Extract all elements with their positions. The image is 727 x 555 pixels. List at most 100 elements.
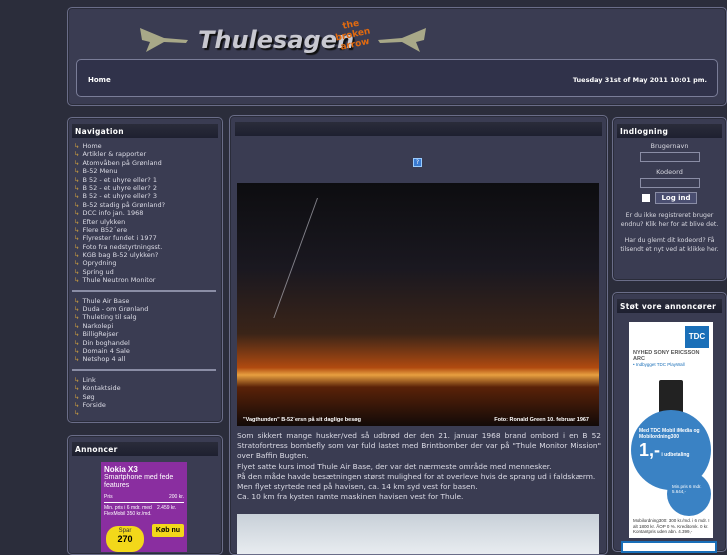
min-price-circle: Min.pris 6 mdr. 5.644,- bbox=[667, 472, 711, 516]
nav-item[interactable]: ↳ Foto fra nedstyrtningsst. bbox=[74, 243, 222, 251]
nav-item[interactable]: ↳ BilligRejser bbox=[74, 330, 222, 338]
content-title-bar bbox=[235, 122, 602, 136]
sponsors-panel: Støt vore annoncører TDC NYHED SONY ERIC… bbox=[612, 292, 727, 553]
min-label: Min. pris i 6 mdr. med FlexMobil 350 kr.… bbox=[104, 505, 152, 517]
nav-item-label: Søg bbox=[82, 392, 95, 401]
nav-item[interactable]: ↳ B-52 stadig på Grønland? bbox=[74, 201, 222, 209]
arrow-icon: ↳ bbox=[74, 183, 80, 192]
paragraph: Men flyet styrtede ned på havisen, ca. 1… bbox=[237, 482, 478, 492]
nav-item-label: Efter ulykken bbox=[82, 217, 126, 226]
nav-item[interactable]: ↳ Forside bbox=[74, 401, 222, 409]
buy-now-button[interactable]: Køb nu bbox=[151, 524, 184, 537]
nav-item[interactable]: ↳ Atomvåben på Grønland bbox=[74, 159, 222, 167]
nav-item[interactable]: ↳ Domain 4 Sale bbox=[74, 347, 222, 355]
nav-item[interactable]: ↳ Kontaktside bbox=[74, 384, 222, 392]
username-input[interactable] bbox=[639, 152, 700, 162]
nav-item[interactable]: ↳ Thule Neutron Monitor bbox=[74, 276, 222, 284]
arrow-icon: ↳ bbox=[74, 355, 80, 364]
nav-item[interactable]: ↳ B 52 - et uhyre eller? 2 bbox=[74, 184, 222, 192]
nav-item-label: Foto fra nedstyrtningsst. bbox=[82, 242, 163, 251]
nav-item[interactable]: ↳ Link bbox=[74, 376, 222, 384]
nav-group-main: ↳ Home ↳ Artikler & rapporter ↳ Atomvåben på … bbox=[68, 142, 222, 285]
arrow-icon: ↳ bbox=[74, 167, 80, 176]
arrow-icon: ↳ bbox=[74, 338, 80, 347]
arrow-icon: ↳ bbox=[74, 192, 80, 201]
nav-item[interactable]: ↳ Din boghandel bbox=[74, 339, 222, 347]
nav-item[interactable]: ↳ Spring ud bbox=[74, 268, 222, 276]
nav-item-label: Domain 4 Sale bbox=[82, 346, 130, 355]
nav-item[interactable]: ↳ Narkolepi bbox=[74, 322, 222, 330]
photo-credit: Foto: Ronald Green 10. februar 1967 bbox=[494, 417, 589, 423]
arrow-icon: ↳ bbox=[74, 296, 80, 305]
arrow-icon: ↳ bbox=[74, 384, 80, 393]
navigation-title: Navigation bbox=[72, 124, 218, 138]
nav-item-label: B 52 - et uhyre eller? 3 bbox=[82, 192, 157, 201]
divider bbox=[72, 368, 216, 371]
second-photo bbox=[237, 514, 599, 554]
nav-item[interactable]: ↳ Netshop 4 all bbox=[74, 355, 222, 363]
arrow-icon: ↳ bbox=[74, 409, 80, 418]
paragraph: Som sikkert mange husker/ved så udbrød d… bbox=[237, 431, 601, 461]
login-button[interactable]: Log ind bbox=[655, 192, 697, 204]
offer-price-label: i udbetaling bbox=[661, 452, 690, 458]
nav-item[interactable]: ↳ Flere B52´ere bbox=[74, 226, 222, 234]
tdc-ad[interactable]: TDC NYHED SONY ERICSSON ARC • Indbygget … bbox=[629, 322, 713, 538]
forgot-password-link[interactable]: Har du glemt dit kodeord? Få tilsendt et… bbox=[613, 237, 726, 254]
nav-item[interactable]: ↳ bbox=[74, 409, 222, 417]
nav-item[interactable]: ↳ Oprydning bbox=[74, 259, 222, 267]
nav-item[interactable]: ↳ KGB bag B-52 ulykken? bbox=[74, 251, 222, 259]
nav-item-label: Duda - om Grønland bbox=[82, 305, 149, 314]
nav-item[interactable]: ↳ Thule Air Base bbox=[74, 297, 222, 305]
price: 200 kr. bbox=[168, 494, 184, 500]
nav-item[interactable]: ↳ Efter ulykken bbox=[74, 218, 222, 226]
nav-item-label: Flere B52´ere bbox=[82, 225, 128, 234]
arrow-icon: ↳ bbox=[74, 330, 80, 339]
site-logo[interactable]: Thulesagen the broken arrow bbox=[138, 16, 428, 60]
nav-item-label: Forside bbox=[82, 400, 106, 409]
b52-plane-icon bbox=[140, 28, 188, 52]
nav-item[interactable]: ↳ B 52 - et uhyre eller? 3 bbox=[74, 192, 222, 200]
offer-text: Med TDC Mobil iMedia og Mobilordning300 bbox=[639, 428, 700, 440]
arrow-icon: ↳ bbox=[74, 200, 80, 209]
nav-item-label: Kontaktside bbox=[82, 384, 121, 393]
nav-home-link[interactable]: Home bbox=[88, 76, 111, 84]
password-input[interactable] bbox=[639, 177, 700, 188]
next-ad[interactable] bbox=[621, 541, 717, 553]
arrow-icon: ↳ bbox=[74, 217, 80, 226]
annoncer-panel: Annoncer Nokia X3 Smartphone med fede fe… bbox=[67, 435, 223, 555]
ad-title: Nokia X3 bbox=[104, 465, 138, 474]
nav-item[interactable]: ↳ Søg bbox=[74, 393, 222, 401]
nav-item-label: B-52 Menu bbox=[82, 167, 118, 176]
arrow-icon: ↳ bbox=[74, 321, 80, 330]
nav-item[interactable]: ↳ B-52 Menu bbox=[74, 167, 222, 175]
arrow-icon: ↳ bbox=[74, 313, 80, 322]
nokia-ad[interactable]: Nokia X3 Smartphone med fede features Pr… bbox=[101, 462, 187, 552]
ad-headline: NYHED SONY ERICSSON ARC bbox=[633, 350, 700, 362]
min-price: 2.459 kr. bbox=[157, 505, 177, 511]
username-label: Brugernavn bbox=[650, 142, 689, 150]
register-link[interactable]: Er du ikke registreret bruger endnu? Kli… bbox=[613, 212, 726, 229]
arrow-icon: ↳ bbox=[74, 158, 80, 167]
remember-checkbox[interactable] bbox=[642, 194, 651, 202]
ad-sub: • Indbygget TDC PlayWall bbox=[633, 362, 685, 367]
arrow-icon: ↳ bbox=[74, 209, 80, 218]
arrow-icon: ↳ bbox=[74, 259, 80, 268]
nav-item[interactable]: ↳ Home bbox=[74, 142, 222, 150]
nav-item-label: Thuleting til salg bbox=[82, 313, 137, 322]
arrow-icon: ↳ bbox=[74, 346, 80, 355]
nav-item-label: Home bbox=[82, 142, 102, 150]
nav-group-misc: ↳ Link ↳ Kontaktside ↳ Søg ↳ Forside ↳ bbox=[68, 376, 222, 418]
nav-item[interactable]: ↳ Thuleting til salg bbox=[74, 313, 222, 321]
nav-group-links: ↳ Thule Air Base ↳ Duda - om Grønland ↳ Thule… bbox=[68, 297, 222, 364]
spar-badge: Spar 270 bbox=[106, 526, 144, 552]
nav-item-label: Link bbox=[82, 375, 96, 384]
nav-item[interactable]: ↳ Flyrester fundet i 1977 bbox=[74, 234, 222, 242]
logo-tagline: the broken arrow bbox=[334, 18, 372, 53]
nav-item[interactable]: ↳ B 52 - et uhyre eller? 1 bbox=[74, 176, 222, 184]
nav-item-label: Thule Neutron Monitor bbox=[82, 276, 156, 285]
b52-plane-icon bbox=[378, 28, 426, 52]
nav-item[interactable]: ↳ Artikler & rapporter bbox=[74, 150, 222, 158]
nav-item[interactable]: ↳ Duda - om Grønland bbox=[74, 305, 222, 313]
nav-item-label: Narkolepi bbox=[82, 321, 114, 330]
nav-item[interactable]: ↳ DCC info jan. 1968 bbox=[74, 209, 222, 217]
